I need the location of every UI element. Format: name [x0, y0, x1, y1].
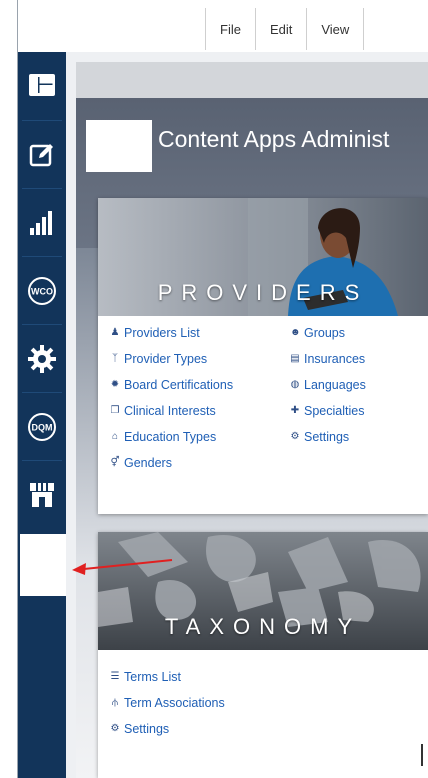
link-education-types[interactable]: ⌂ Education Types — [110, 430, 216, 444]
link-board-certifications[interactable]: ✹ Board Certifications — [110, 378, 233, 392]
link-label: Provider Types — [124, 352, 208, 366]
edit-icon — [29, 144, 53, 167]
gear-icon — [28, 345, 56, 373]
link-label: Genders — [124, 456, 172, 470]
text-cursor — [421, 744, 423, 766]
dashboard-icon — [29, 74, 55, 96]
dqm-icon: DQM — [28, 413, 56, 441]
taxonomy-title: TAXONOMY — [164, 614, 362, 639]
link-terms-list[interactable]: ☰ Terms List — [110, 670, 181, 684]
main-content: Content Apps Administ PROVIDERS ♟ Provid… — [66, 52, 428, 778]
certificate-icon: ✹ — [110, 379, 120, 390]
sidebar-item-edit[interactable] — [18, 124, 66, 186]
globe-icon: ◍ — [290, 379, 300, 390]
copy-icon: ❐ — [110, 405, 120, 416]
store-icon — [30, 483, 54, 507]
wco-icon: WCO — [28, 277, 56, 305]
signal-bars-icon — [30, 211, 52, 235]
annotation-arrow-icon — [72, 559, 173, 575]
link-label: Clinical Interests — [124, 404, 216, 418]
link-label: Education Types — [124, 430, 217, 444]
sidebar-item-store[interactable] — [18, 464, 66, 526]
sidebar-separator — [22, 460, 62, 461]
genders-icon: ⚥ — [110, 457, 120, 468]
link-provider-types[interactable]: ᛉ Provider Types — [110, 352, 207, 366]
logo-placeholder — [86, 120, 152, 172]
gear-icon: ⚙ — [110, 723, 120, 734]
sidebar-item-settings[interactable] — [18, 328, 66, 390]
sidebar-item-dqm[interactable]: DQM — [18, 396, 66, 458]
medkit-icon: ✚ — [290, 405, 300, 416]
link-provider-settings[interactable]: ⚙ Settings — [290, 430, 350, 444]
taxonomy-image: TAXONOMY — [98, 532, 428, 650]
menu-view[interactable]: View — [307, 8, 365, 50]
menu-file[interactable]: File — [206, 8, 256, 50]
svg-text:DQM: DQM — [32, 423, 53, 433]
sidebar-separator — [22, 256, 62, 257]
link-clinical-interests[interactable]: ❐ Clinical Interests — [110, 404, 216, 418]
link-label: Settings — [124, 722, 170, 736]
providers-image: PROVIDERS — [98, 198, 428, 316]
providers-title: PROVIDERS — [157, 280, 369, 305]
link-providers-list[interactable]: ♟ Providers List — [110, 326, 200, 340]
providers-card: PROVIDERS ♟ Providers List ᛉ Provider Ty… — [98, 198, 428, 514]
list-icon: ☰ — [110, 671, 120, 682]
sitemap-icon: ⫛ — [112, 697, 118, 708]
svg-text:WCO: WCO — [31, 287, 53, 297]
link-taxonomy-settings[interactable]: ⚙ Settings — [110, 722, 170, 736]
link-term-associations[interactable]: ⫛ Term Associations — [110, 696, 225, 710]
menu-edit[interactable]: Edit — [256, 8, 308, 50]
sidebar-item-reports[interactable] — [18, 192, 66, 254]
toolbar-strip — [76, 62, 428, 98]
link-label: Insurances — [304, 352, 366, 366]
menu-bar: File Edit View — [205, 8, 365, 50]
institution-icon: ⌂ — [111, 431, 119, 442]
link-label: Settings — [304, 430, 350, 444]
sidebar-item-blank[interactable] — [20, 534, 66, 596]
users-icon: ☻ — [290, 327, 301, 338]
link-insurances[interactable]: ▤ Insurances — [290, 352, 365, 366]
link-label: Term Associations — [124, 696, 225, 710]
link-label: Groups — [304, 326, 345, 340]
link-label: Terms List — [124, 670, 181, 684]
sidebar-item-wco[interactable]: WCO — [18, 260, 66, 322]
sidebar-separator — [22, 392, 62, 393]
sidebar-separator — [22, 120, 62, 121]
sidebar-item-dashboard[interactable] — [18, 54, 66, 116]
stethoscope-icon: ᛉ — [112, 353, 118, 364]
link-label: Providers List — [124, 326, 200, 340]
link-label: Board Certifications — [124, 378, 234, 392]
sidebar-separator — [22, 188, 62, 189]
link-label: Languages — [304, 378, 366, 392]
link-groups[interactable]: ☻ Groups — [290, 326, 345, 340]
link-label: Specialties — [304, 404, 365, 418]
link-specialties[interactable]: ✚ Specialties — [290, 404, 365, 418]
page-title: Content Apps Administ — [158, 126, 390, 152]
file-icon: ▤ — [290, 353, 300, 364]
link-genders[interactable]: ⚥ Genders — [110, 456, 172, 470]
user-md-icon: ♟ — [110, 327, 120, 338]
link-languages[interactable]: ◍ Languages — [290, 378, 366, 392]
sidebar: WCO DQM — [18, 52, 66, 778]
sidebar-separator — [22, 324, 62, 325]
gear-icon: ⚙ — [290, 431, 300, 442]
